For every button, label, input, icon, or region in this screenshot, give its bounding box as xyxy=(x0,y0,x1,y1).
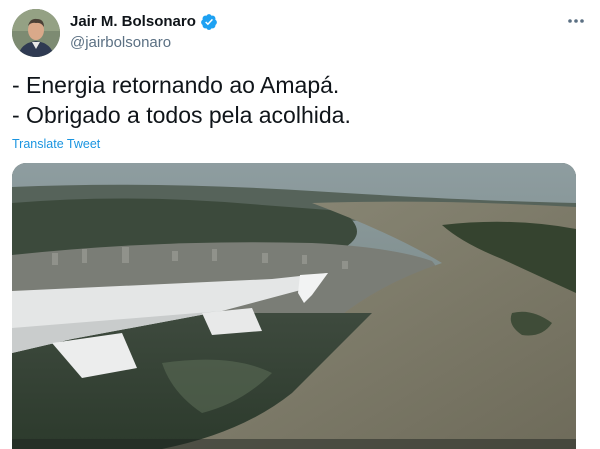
name-row: Jair M. Bolsonaro xyxy=(70,12,218,32)
more-options-icon[interactable] xyxy=(564,11,588,31)
tweet-video[interactable] xyxy=(12,163,576,449)
translate-tweet-link[interactable]: Translate Tweet xyxy=(12,137,100,151)
author-info: Jair M. Bolsonaro @jairbolsonaro xyxy=(70,12,218,53)
avatar[interactable] xyxy=(12,9,60,57)
tweet-header: Jair M. Bolsonaro @jairbolsonaro xyxy=(12,9,588,57)
display-name[interactable]: Jair M. Bolsonaro xyxy=(70,12,196,32)
handle[interactable]: @jairbolsonaro xyxy=(70,33,218,53)
verified-badge-icon xyxy=(200,13,218,31)
tweet-text: - Energia retornando ao Amapá. - Obrigad… xyxy=(12,72,351,128)
aerial-view-image xyxy=(12,163,576,449)
avatar-image xyxy=(12,9,60,57)
